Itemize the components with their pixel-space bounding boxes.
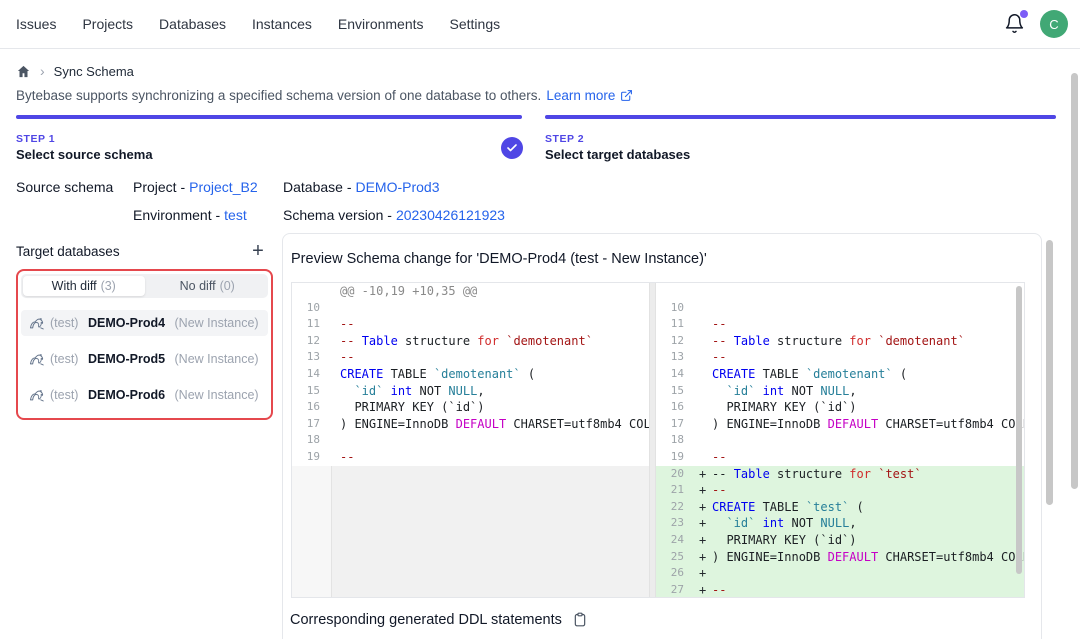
code-line: 18: [292, 432, 649, 449]
code-line: 14CREATE TABLE `demotenant` (: [656, 366, 1024, 383]
nav-right: C: [1004, 10, 1068, 38]
code-line: 10: [292, 300, 649, 317]
step2-title: Select target databases: [545, 147, 690, 162]
version-link[interactable]: 20230426121923: [396, 207, 505, 223]
target-database-list: (test) DEMO-Prod4 (New Instance) (test) D…: [21, 310, 268, 408]
avatar[interactable]: C: [1040, 10, 1068, 38]
code-line: 19--: [656, 449, 1024, 466]
code-line: 25+) ENGINE=InnoDB DEFAULT CHARSET=utf8m…: [656, 549, 1024, 566]
code-line: 17) ENGINE=InnoDB DEFAULT CHARSET=utf8mb…: [656, 416, 1024, 433]
check-icon: [506, 142, 518, 154]
step1-progress-bar: [16, 115, 522, 119]
environment-label: Environment -: [133, 207, 220, 223]
code-line: 22+CREATE TABLE `test` (: [656, 499, 1024, 516]
learn-more-link[interactable]: Learn more: [546, 88, 615, 103]
code-line: 21+--: [656, 482, 1024, 499]
editor-scrollbar[interactable]: [1016, 286, 1022, 574]
ddl-title: Corresponding generated DDL statements: [290, 612, 562, 628]
page-description: Bytebase supports synchronizing a specif…: [16, 88, 633, 103]
code-line: 19--: [292, 449, 649, 466]
database-link[interactable]: DEMO-Prod3: [355, 179, 439, 195]
source-project: Project -Project_B2: [133, 179, 258, 195]
code-line: 27+--: [656, 582, 1024, 597]
code-line: 24+ PRIMARY KEY (`id`): [656, 532, 1024, 549]
nav-items: Issues Projects Databases Instances Environm…: [16, 16, 500, 32]
code-line: 13--: [292, 349, 649, 366]
top-navigation: Issues Projects Databases Instances Environm…: [0, 0, 1080, 49]
code-line: 16 PRIMARY KEY (`id`): [292, 399, 649, 416]
step1-label: STEP 1: [16, 133, 55, 145]
breadcrumb-separator-icon: ›: [40, 63, 45, 79]
step1-title: Select source schema: [16, 147, 153, 162]
nav-item-environments[interactable]: Environments: [338, 16, 424, 32]
code-line: @@ -10,19 +10,35 @@: [292, 283, 649, 300]
code-line: 12-- Table structure for `demotenant`: [292, 333, 649, 350]
mysql-icon: [29, 317, 45, 330]
project-link[interactable]: Project_B2: [189, 179, 257, 195]
home-icon[interactable]: [16, 64, 31, 79]
code-line: 26+: [656, 565, 1024, 582]
schema-diff-editor[interactable]: @@ -10,19 +10,35 @@1011--12-- Table stru…: [291, 282, 1025, 598]
code-line: 14CREATE TABLE `demotenant` (: [292, 366, 649, 383]
add-target-database-button[interactable]: +: [246, 239, 270, 263]
target-databases-title: Target databases: [16, 244, 120, 259]
code-line: 17) ENGINE=InnoDB DEFAULT CHARSET=utf8mb…: [292, 416, 649, 433]
code-line: 23+ `id` int NOT NULL,: [656, 515, 1024, 532]
sync-schema-page: Issues Projects Databases Instances Environm…: [0, 0, 1080, 639]
breadcrumb: › Sync Schema: [16, 63, 134, 79]
nav-item-projects[interactable]: Projects: [82, 16, 133, 32]
code-line: 20+-- Table structure for `test`: [656, 466, 1024, 483]
notification-dot: [1020, 10, 1028, 18]
code-line: 15 `id` int NOT NULL,: [656, 383, 1024, 400]
step1-completed-badge: [501, 137, 523, 159]
source-database: Database -DEMO-Prod3: [283, 179, 440, 195]
version-label: Schema version -: [283, 207, 392, 223]
preview-title: Preview Schema change for 'DEMO-Prod4 (t…: [291, 251, 707, 267]
target-db-item-demo-prod4[interactable]: (test) DEMO-Prod4 (New Instance): [21, 310, 268, 336]
description-text: Bytebase supports synchronizing a specif…: [16, 88, 541, 103]
target-db-item-demo-prod6[interactable]: (test) DEMO-Prod6 (New Instance): [21, 382, 268, 408]
preview-card: Preview Schema change for 'DEMO-Prod4 (t…: [282, 233, 1042, 639]
code-line: 10: [656, 300, 1024, 317]
source-schema-label: Source schema: [16, 179, 113, 195]
step2-label: STEP 2: [545, 133, 584, 145]
panel-scrollbar[interactable]: [1046, 240, 1053, 505]
code-line: 11--: [656, 316, 1024, 333]
code-line: 15 `id` int NOT NULL,: [292, 383, 649, 400]
notification-bell-button[interactable]: [1004, 13, 1026, 35]
code-line: 13--: [656, 349, 1024, 366]
tab-with-diff[interactable]: With diff(3): [23, 276, 145, 296]
copy-ddl-button[interactable]: [572, 611, 588, 628]
mysql-icon: [29, 389, 45, 402]
tab-no-diff[interactable]: No diff(0): [147, 274, 269, 298]
code-line: [656, 283, 1024, 300]
code-line: 11--: [292, 316, 649, 333]
environment-link[interactable]: test: [224, 207, 247, 223]
code-line: 16 PRIMARY KEY (`id`): [656, 399, 1024, 416]
ddl-section-header: Corresponding generated DDL statements: [290, 611, 588, 628]
source-schema-version: Schema version -20230426121923: [283, 207, 505, 223]
target-databases-highlight-box: With diff(3)No diff(0) (test) DEMO-Prod4…: [16, 269, 273, 420]
diff-pane-source: @@ -10,19 +10,35 @@1011--12-- Table stru…: [292, 283, 649, 597]
project-label: Project -: [133, 179, 185, 195]
code-line: 18: [656, 432, 1024, 449]
target-db-item-demo-prod5[interactable]: (test) DEMO-Prod5 (New Instance): [21, 346, 268, 372]
diff-filter-tabs: With diff(3)No diff(0): [21, 274, 268, 298]
nav-item-instances[interactable]: Instances: [252, 16, 312, 32]
nav-item-databases[interactable]: Databases: [159, 16, 226, 32]
breadcrumb-current: Sync Schema: [54, 64, 134, 79]
nav-item-settings[interactable]: Settings: [450, 16, 501, 32]
code-line: 12-- Table structure for `demotenant`: [656, 333, 1024, 350]
diff-pane-target: 1011--12-- Table structure for `demotena…: [656, 283, 1024, 597]
clipboard-icon: [572, 611, 588, 628]
diff-pane-divider[interactable]: [649, 283, 656, 597]
window-scrollbar[interactable]: [1071, 73, 1078, 489]
mysql-icon: [29, 353, 45, 366]
step2-progress-bar: [545, 115, 1056, 119]
external-link-icon[interactable]: [620, 89, 633, 102]
database-label: Database -: [283, 179, 351, 195]
source-environment: Environment -test: [133, 207, 247, 223]
nav-item-issues[interactable]: Issues: [16, 16, 56, 32]
diff-filler-region: [292, 466, 649, 597]
